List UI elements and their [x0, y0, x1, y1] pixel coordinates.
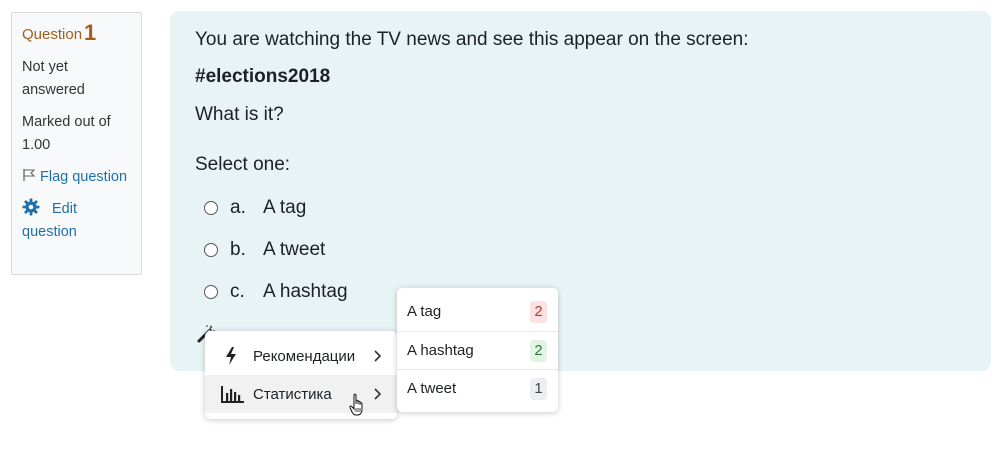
edit-question-link[interactable]: Edit question: [22, 198, 77, 240]
stat-row-label: A hashtag: [407, 342, 474, 359]
answer-text: A tweet: [263, 239, 326, 260]
bar-chart-icon: [221, 386, 244, 403]
question-content: You are watching the TV news and see thi…: [170, 11, 991, 371]
question-marks: Marked out of 1.00: [22, 114, 111, 153]
answer-option-b[interactable]: b. A tweet: [204, 239, 325, 261]
stat-count-badge: 2: [530, 339, 547, 362]
stat-count-badge: 1: [530, 377, 547, 400]
question-hashtag: #elections2018: [195, 66, 331, 87]
chevron-right-icon: [374, 388, 382, 400]
flag-question-label: Flag question: [40, 169, 128, 185]
menu-item-label: Рекомендации: [253, 347, 356, 365]
menu-item-statistics[interactable]: Статистика: [205, 375, 397, 413]
flag-icon: [23, 169, 36, 181]
stat-row[interactable]: A tag 2: [397, 293, 558, 330]
menu-item-label: Статистика: [253, 385, 332, 403]
stat-row-label: A tag: [407, 303, 442, 320]
question-intro: You are watching the TV news and see thi…: [195, 29, 749, 50]
bolt-icon: [226, 347, 236, 365]
question-label: Question: [22, 26, 83, 43]
answer-letter: a.: [230, 197, 246, 218]
radio-button[interactable]: [204, 243, 218, 257]
question-ask: What is it?: [195, 104, 284, 125]
answer-letter: c.: [230, 281, 245, 302]
menu-item-recommendations[interactable]: Рекомендации: [205, 337, 397, 375]
flag-question-link[interactable]: Flag question: [22, 169, 127, 185]
question-text: You are watching the TV news and see thi…: [195, 27, 748, 128]
answer-option-c[interactable]: c. A hashtag: [204, 281, 348, 303]
radio-button[interactable]: [204, 285, 218, 299]
question-number-value: 1: [84, 20, 97, 45]
question-state: Not yet answered: [22, 59, 85, 98]
context-menu: Рекомендации Статистика: [205, 331, 397, 419]
answer-option-a[interactable]: a. A tag: [204, 197, 306, 219]
answer-text: A tag: [263, 197, 307, 218]
select-one-prompt: Select one:: [195, 154, 291, 175]
stat-row[interactable]: A hashtag 2: [397, 331, 558, 369]
radio-button[interactable]: [204, 201, 218, 215]
question-number: Question1: [22, 21, 131, 47]
stat-row-label: A tweet: [407, 380, 457, 397]
stat-count-badge: 2: [530, 300, 547, 323]
stat-row[interactable]: A tweet 1: [397, 369, 558, 407]
question-info-panel: Question1 Not yet answered Marked out of…: [11, 12, 142, 275]
statistics-submenu: A tag 2 A hashtag 2 A tweet 1: [397, 288, 558, 412]
answer-letter: b.: [230, 239, 246, 260]
gear-icon: [22, 198, 40, 216]
answer-text: A hashtag: [263, 281, 348, 302]
hand-pointer-cursor-icon: [349, 393, 363, 416]
chevron-right-icon: [374, 350, 382, 362]
